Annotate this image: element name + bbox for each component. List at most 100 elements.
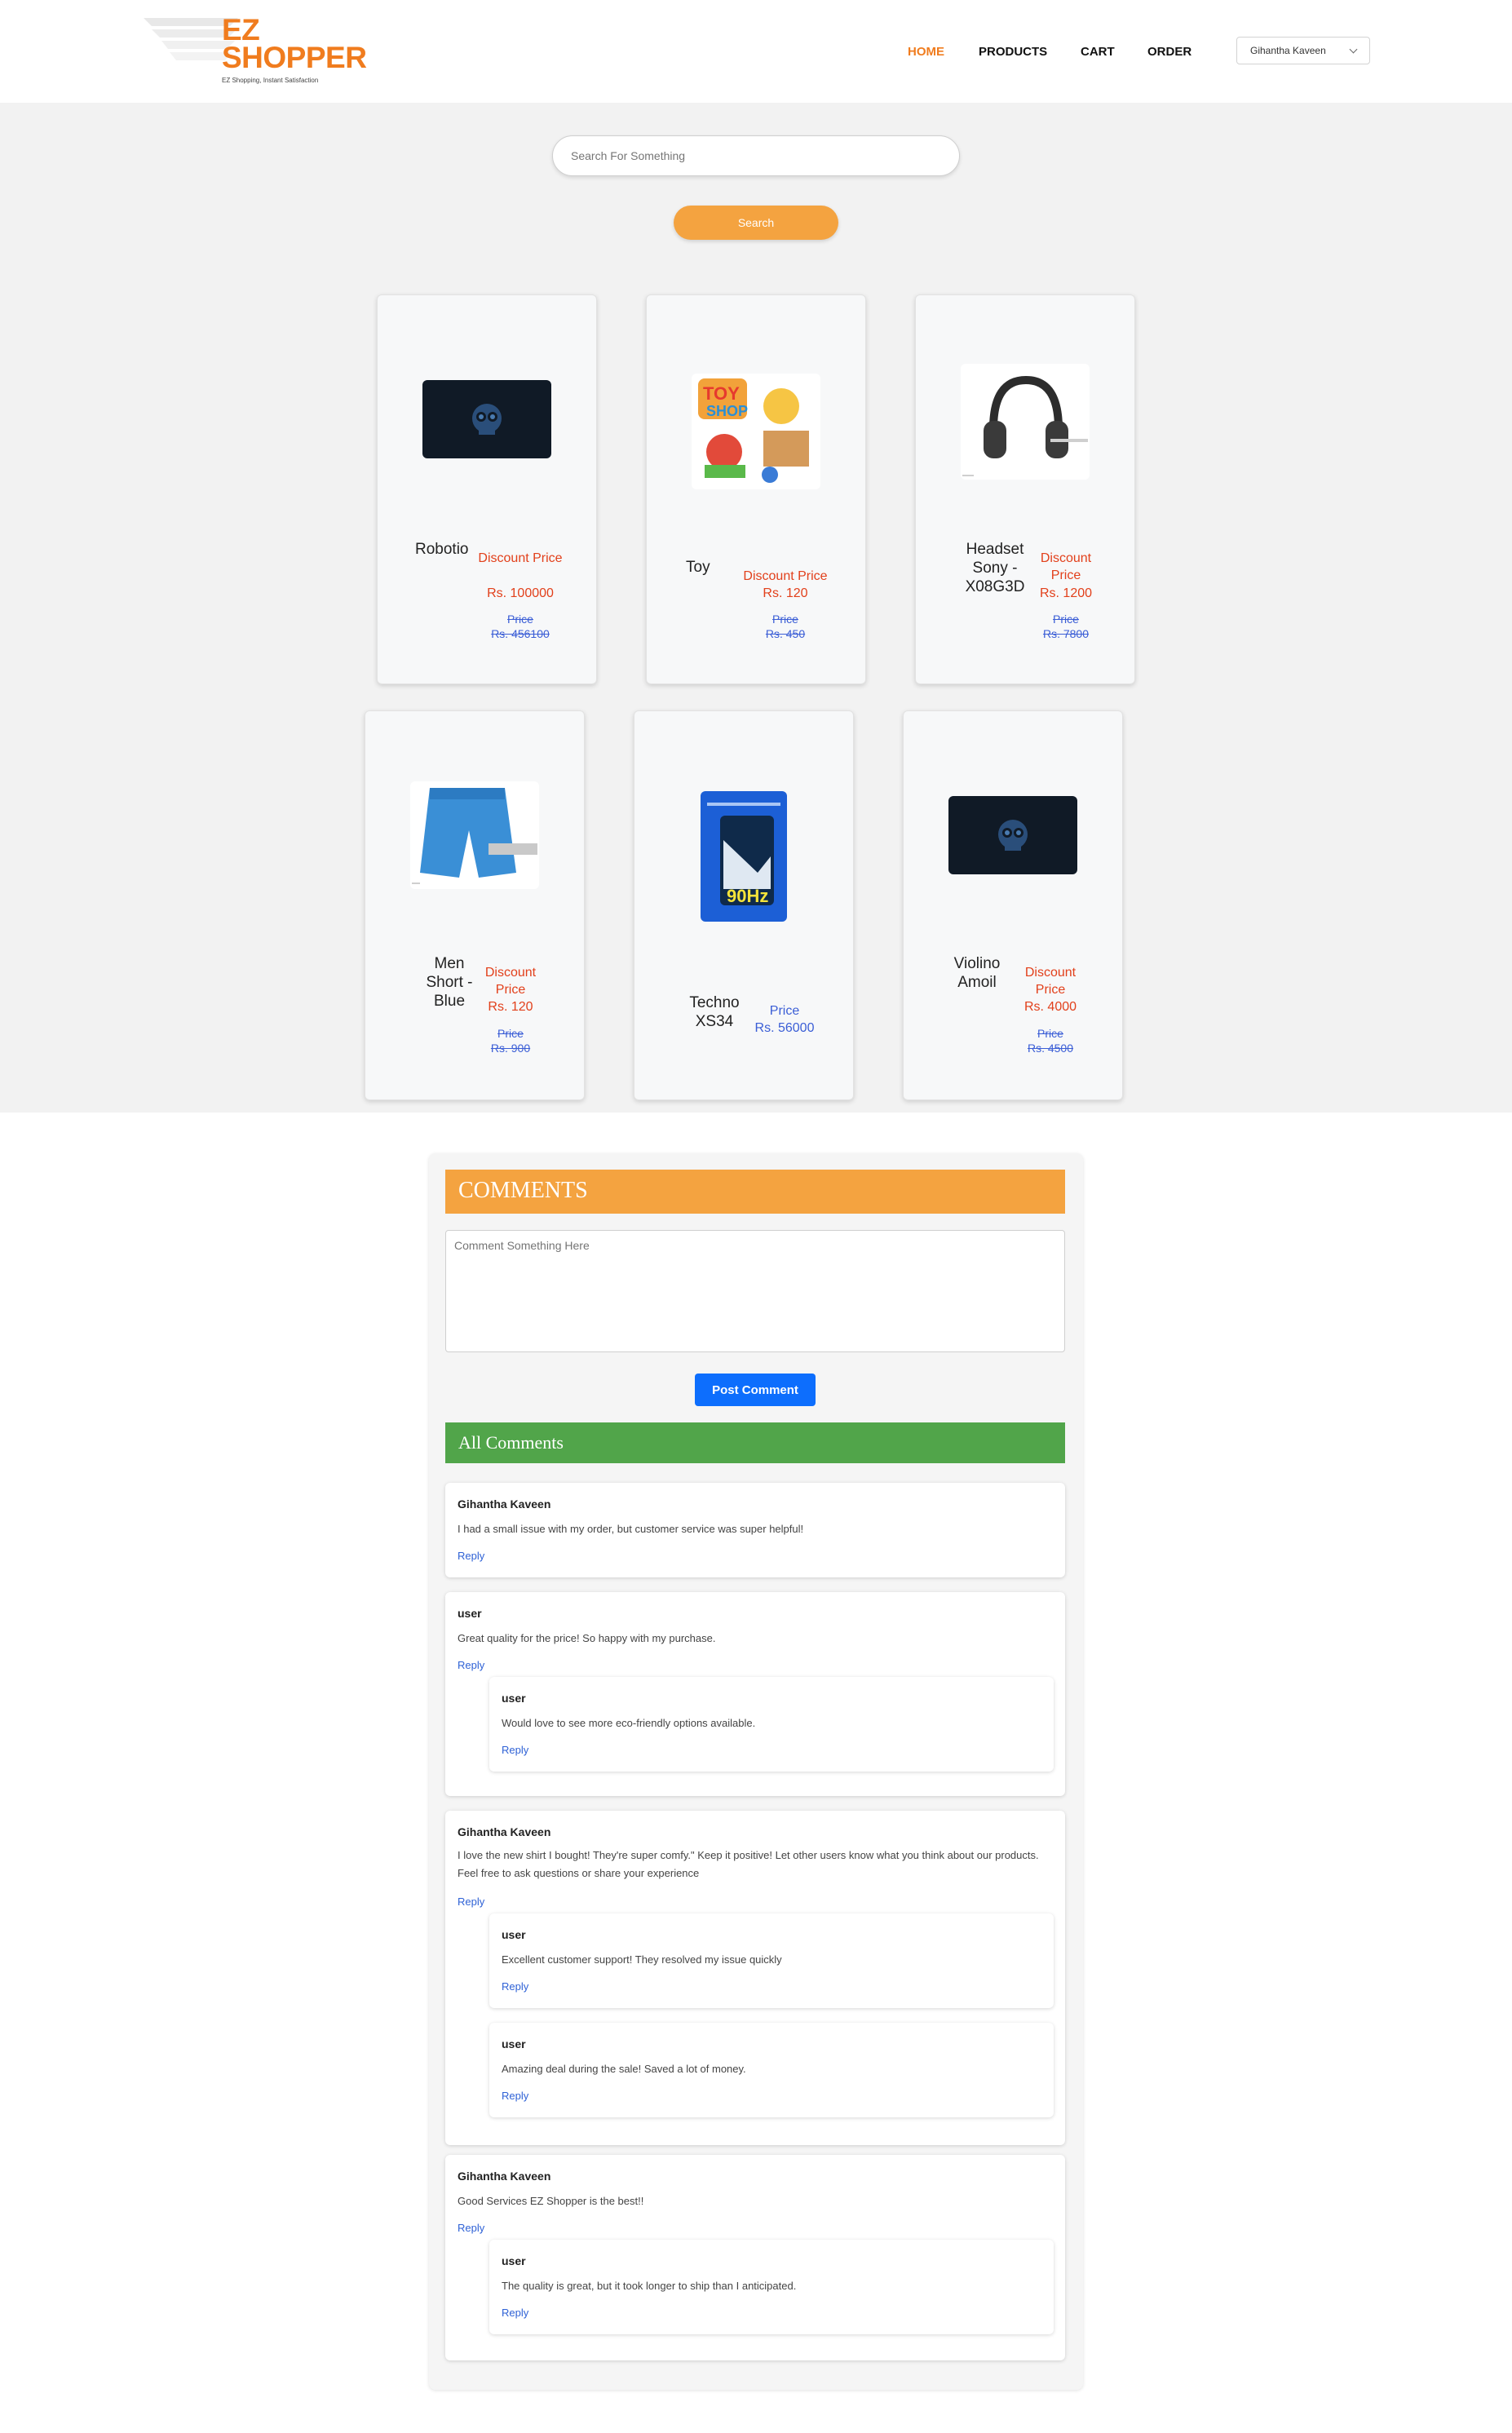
price-label: Price	[1053, 613, 1079, 626]
product-image: TOY SHOP	[692, 374, 820, 489]
price-label: Price	[1037, 1027, 1063, 1040]
discount-price: Rs. 120	[488, 1000, 533, 1014]
nav-order[interactable]: ORDER	[1147, 45, 1191, 59]
reply-text: Would love to see more eco-friendly opti…	[502, 1717, 756, 1729]
comment: Gihantha Kaveen Good Services EZ Shopper…	[445, 2155, 1065, 2360]
comment-text: I had a small issue with my order, but c…	[458, 1523, 804, 1535]
user-name: Gihantha Kaveen	[1250, 45, 1326, 56]
reply-author: user	[502, 1928, 526, 1941]
price-label: Price	[507, 613, 533, 626]
product-card[interactable]: Robotio Discount Price Rs. 100000 Price …	[377, 294, 597, 684]
robot-icon	[998, 820, 1028, 851]
reply-link[interactable]: Reply	[458, 1550, 484, 1562]
discount-price: Rs. 4000	[1023, 1000, 1077, 1014]
price-label: Price	[769, 1004, 800, 1018]
logo[interactable]: EZ SHOPPER EZ Shopping, Instant Satisfac…	[140, 15, 367, 90]
comment-author: user	[458, 1607, 482, 1620]
comment-author: Gihantha Kaveen	[458, 1497, 551, 1511]
product-image	[961, 364, 1090, 480]
product-card[interactable]: Men Short - Blue Discount Price Rs. 120 …	[365, 710, 585, 1100]
product-name: Toy	[686, 559, 710, 576]
nav-cart[interactable]: CART	[1081, 45, 1115, 59]
product-name: Violino Amoil	[953, 955, 1001, 991]
price-label: Price	[497, 1027, 524, 1040]
comment: Gihantha Kaveen I love the new shirt I b…	[445, 1811, 1065, 2145]
reply-link[interactable]: Reply	[502, 2307, 528, 2319]
comment-input[interactable]	[445, 1230, 1065, 1352]
product-name: Robotio	[415, 541, 469, 558]
logo-line-1: EZ	[222, 13, 260, 46]
reply-link[interactable]: Reply	[458, 1659, 484, 1671]
discount-price: Rs. 120	[763, 586, 808, 600]
reply-link[interactable]: Reply	[458, 1896, 484, 1908]
search-input[interactable]	[552, 135, 960, 176]
reply-author: user	[502, 2037, 526, 2050]
reply-link[interactable]: Reply	[502, 2090, 528, 2102]
nav-products[interactable]: PRODUCTS	[979, 45, 1047, 59]
search-button[interactable]: Search	[674, 206, 838, 240]
product-card[interactable]: Violino Amoil Discount Price Rs. 4000 Pr…	[903, 710, 1123, 1100]
product-name: Techno XS34	[689, 994, 740, 1030]
discount-label: Discount Price	[1040, 551, 1092, 582]
reply-text: Amazing deal during the sale! Saved a lo…	[502, 2063, 746, 2075]
comment-author: Gihantha Kaveen	[458, 1825, 551, 1838]
reply-link[interactable]: Reply	[502, 1980, 528, 1993]
discount-price: Rs. 100000	[487, 586, 554, 600]
comment-author: Gihantha Kaveen	[458, 2170, 551, 2183]
toy-shop-icon: TOY SHOP	[698, 378, 809, 483]
reply-author: user	[502, 2254, 526, 2267]
logo-tagline: EZ Shopping, Instant Satisfaction	[222, 77, 319, 84]
discount-price: Rs. 1200	[1039, 586, 1093, 600]
product-card[interactable]: 90Hz Techno XS34 Price Rs. 56000	[634, 710, 854, 1100]
comment-text: I love the new shirt I bought! They're s…	[458, 1849, 1039, 1879]
discount-label: Discount Price	[1024, 966, 1077, 997]
reply-link[interactable]: Reply	[502, 1744, 528, 1756]
product-image	[410, 781, 539, 889]
reply-text: The quality is great, but it took longer…	[502, 2280, 797, 2292]
price-label: Price	[772, 613, 798, 626]
discount-label: Discount Price	[478, 551, 563, 565]
product-card[interactable]: Headset Sony - X08G3D Discount Price Rs.…	[915, 294, 1135, 684]
post-comment-button[interactable]: Post Comment	[695, 1374, 816, 1406]
reply: user Excellent customer support! They re…	[489, 1913, 1054, 2008]
svg-text:SHOP: SHOP	[706, 403, 748, 419]
phone-icon: 90Hz	[701, 791, 787, 922]
comments-title: COMMENTS	[445, 1170, 1065, 1214]
products-area: Search Robotio Discount Price Rs. 100000…	[0, 103, 1512, 1113]
product-image	[948, 796, 1077, 874]
svg-text:TOY: TOY	[703, 383, 740, 404]
product-card[interactable]: TOY SHOP Toy Discount Price Rs. 120 Pric…	[646, 294, 866, 684]
svg-text:90Hz: 90Hz	[727, 886, 768, 906]
comment: Gihantha Kaveen I had a small issue with…	[445, 1483, 1065, 1577]
chevron-down-icon	[1349, 45, 1358, 53]
comment: user Great quality for the price! So hap…	[445, 1592, 1065, 1796]
comment-text: Great quality for the price! So happy wi…	[458, 1632, 716, 1644]
original-price: Rs. 450	[765, 627, 806, 640]
user-dropdown[interactable]: Gihantha Kaveen	[1236, 37, 1370, 64]
discount-label: Discount Price	[484, 966, 537, 997]
reply-link[interactable]: Reply	[458, 2222, 484, 2234]
product-image	[422, 380, 551, 458]
price-value: Rs. 56000	[754, 1021, 815, 1035]
logo-line-2: SHOPPER	[222, 41, 367, 74]
all-comments-title: All Comments	[445, 1422, 1065, 1463]
product-image: 90Hz	[701, 791, 787, 922]
reply-author: user	[502, 1692, 526, 1705]
original-price: Rs. 4500	[1027, 1042, 1074, 1055]
reply: user The quality is great, but it took l…	[489, 2240, 1054, 2334]
shorts-icon	[412, 788, 537, 884]
original-price: Rs. 456100	[491, 627, 550, 640]
original-price: Rs. 7800	[1042, 627, 1090, 640]
product-name: Headset Sony - X08G3D	[965, 541, 1025, 595]
comments-panel: COMMENTS Post Comment All Comments Gihan…	[429, 1153, 1083, 2390]
original-price: Rs. 900	[490, 1042, 531, 1055]
reply-text: Excellent customer support! They resolve…	[502, 1953, 782, 1966]
discount-label: Discount Price	[743, 569, 828, 583]
reply: user Would love to see more eco-friendly…	[489, 1677, 1054, 1772]
robot-icon	[472, 404, 502, 435]
nav-home[interactable]: HOME	[908, 45, 944, 59]
comment-text: Good Services EZ Shopper is the best!!	[458, 2195, 644, 2207]
headphones-icon	[962, 375, 1088, 476]
reply: user Amazing deal during the sale! Saved…	[489, 2023, 1054, 2117]
site-header: EZ SHOPPER EZ Shopping, Instant Satisfac…	[0, 0, 1512, 103]
